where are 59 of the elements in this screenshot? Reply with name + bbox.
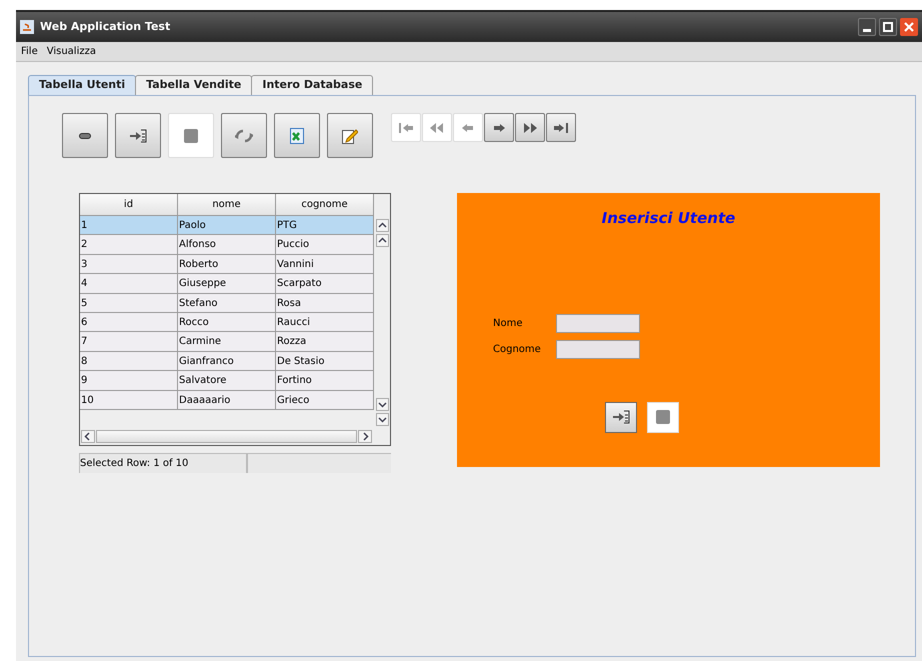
table-row[interactable]: 1 Paolo PTG [80, 216, 374, 236]
column-header[interactable]: cognome [276, 194, 374, 216]
toolbar-button[interactable] [484, 113, 514, 142]
tab[interactable]: Tabella Utenti [28, 75, 136, 95]
toolbar-button[interactable] [274, 113, 320, 158]
horizontal-scrollbar[interactable] [80, 428, 373, 445]
skip-forward-icon [553, 122, 569, 134]
status-text: Selected Row: 1 of 10 [79, 452, 247, 473]
spreadsheet-icon [290, 128, 304, 144]
close-icon [904, 22, 914, 32]
toolbar-button[interactable] [62, 113, 108, 158]
refresh-icon [235, 128, 253, 142]
field-label: Cognome [493, 342, 542, 356]
menu-item[interactable]: Visualizza [46, 44, 96, 59]
table-cell: Grieco [276, 390, 374, 410]
table-cell: Daaaaario [178, 390, 276, 410]
skip-back-icon [398, 122, 414, 134]
table-cell: 10 [80, 390, 178, 410]
table-row[interactable]: 5 Stefano Rosa [80, 294, 374, 313]
left-arrow-icon [461, 122, 475, 134]
input-field[interactable] [556, 340, 640, 358]
table-row[interactable]: 4 Giuseppe Scarpato [80, 274, 374, 294]
column-header[interactable]: nome [178, 194, 276, 216]
table-row[interactable]: 6 Rocco Raucci [80, 312, 374, 332]
column-header[interactable]: id [80, 194, 178, 216]
table-row[interactable]: 8 Gianfranco De Stasio [80, 352, 374, 372]
table-row[interactable]: 9 Salvatore Fortino [80, 371, 374, 391]
table-row[interactable]: 2 Alfonso Puccio [80, 235, 374, 255]
minus-icon [79, 132, 91, 138]
table-row[interactable]: 3 Roberto Vannini [80, 254, 374, 274]
minimize-button[interactable] [858, 18, 876, 36]
table-row[interactable]: 7 Carmine Rozza [80, 332, 374, 352]
arrow-list-icon [129, 128, 147, 142]
form-title: Inserisci Utente [602, 208, 736, 229]
app-icon [20, 20, 34, 34]
maximize-icon [883, 22, 893, 32]
toolbar-button[interactable] [515, 113, 545, 142]
right-arrow-icon [492, 122, 506, 134]
menu-item[interactable]: File [21, 44, 38, 59]
tab[interactable]: Intero Database [251, 75, 374, 95]
toolbar-button[interactable] [115, 113, 161, 158]
form-button[interactable] [605, 402, 637, 432]
vertical-scrollbar[interactable] [374, 216, 390, 429]
rewind-icon [429, 122, 445, 134]
toolbar-button[interactable] [546, 113, 576, 142]
arrow-list-icon [612, 410, 630, 424]
window-title: Web Application Test [40, 18, 170, 35]
field-label: Nome [493, 316, 524, 330]
scroll-thumb[interactable] [96, 430, 357, 444]
minimize-icon [863, 29, 871, 32]
toolbar-button[interactable] [327, 113, 373, 158]
input-field[interactable] [556, 314, 640, 332]
fast-forward-icon [522, 122, 538, 134]
close-button[interactable] [900, 18, 918, 36]
maximize-button[interactable] [879, 18, 897, 36]
toolbar-button[interactable] [221, 113, 267, 158]
tab[interactable]: Tabella Vendite [135, 75, 252, 95]
pencil-note-icon [342, 128, 358, 144]
table-row[interactable]: 10 Daaaaario Grieco [80, 390, 374, 410]
